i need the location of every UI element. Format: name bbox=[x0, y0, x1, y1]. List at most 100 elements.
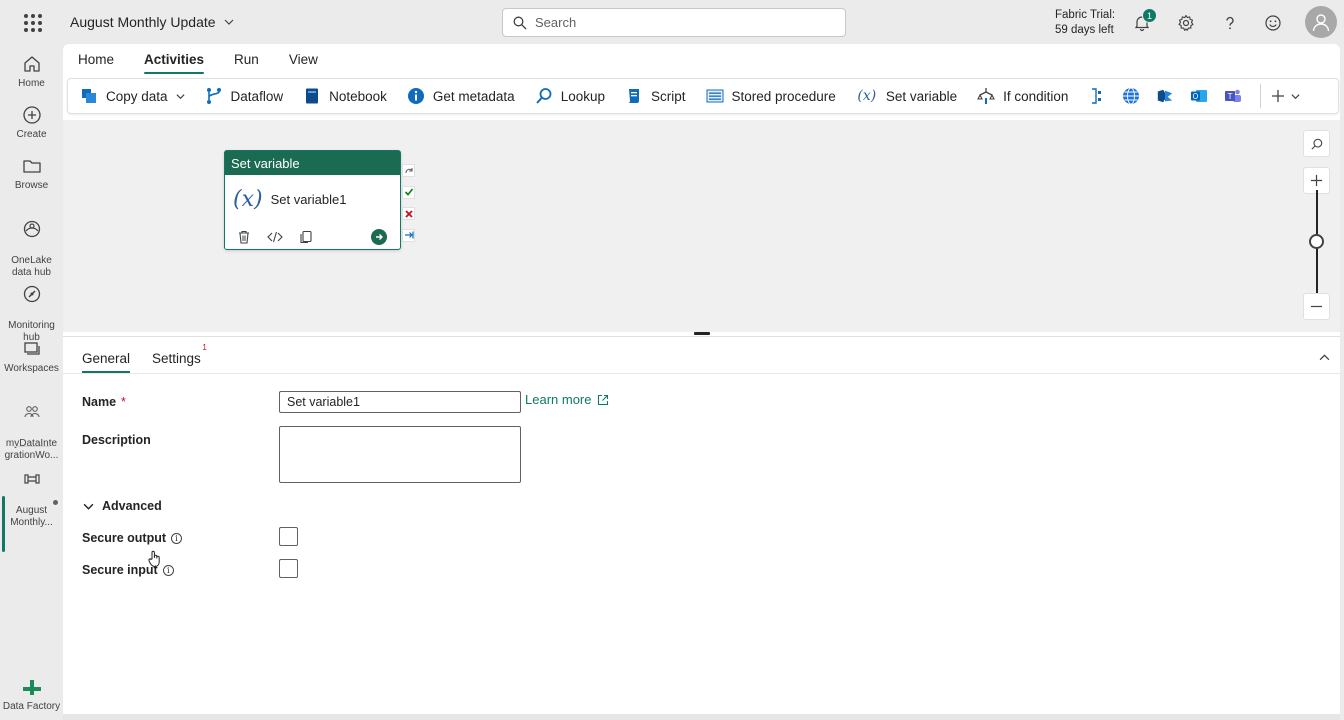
help-button[interactable] bbox=[1219, 12, 1241, 34]
app-launcher-icon[interactable] bbox=[22, 12, 42, 32]
activity-node-set-variable[interactable]: Set variable (x) Set variable1 bbox=[224, 150, 401, 250]
set-variable-button[interactable]: (x) Set variable bbox=[856, 87, 957, 105]
stored-procedure-button[interactable]: Stored procedure bbox=[706, 87, 836, 105]
search-placeholder: Search bbox=[535, 15, 577, 30]
code-icon[interactable] bbox=[267, 230, 283, 244]
script-button[interactable]: Script bbox=[625, 87, 686, 105]
activities-ribbon: Copy data Dataflow Notebook Get metadata… bbox=[67, 78, 1339, 114]
settings-button[interactable] bbox=[1175, 12, 1197, 34]
tab-view[interactable]: View bbox=[274, 44, 333, 74]
stored-procedure-icon bbox=[706, 89, 723, 103]
foreach-button[interactable] bbox=[1088, 87, 1106, 105]
zoom-out-button[interactable] bbox=[1303, 293, 1330, 320]
advanced-toggle[interactable]: Advanced bbox=[83, 499, 162, 513]
search-box[interactable]: Search bbox=[502, 8, 846, 37]
info-icon[interactable]: i bbox=[162, 564, 174, 576]
secure-input-checkbox[interactable] bbox=[279, 559, 298, 578]
lookup-label: Lookup bbox=[560, 88, 605, 104]
tab-settings[interactable]: Settings 1 bbox=[152, 337, 207, 373]
copy-data-button[interactable]: Copy data bbox=[80, 87, 185, 105]
rail-item-home[interactable]: Home bbox=[0, 54, 63, 90]
node-name: Set variable1 bbox=[270, 191, 347, 207]
dataflow-label: Dataflow bbox=[230, 88, 284, 104]
teams-icon: T bbox=[1225, 89, 1242, 102]
if-condition-button[interactable]: If condition bbox=[977, 87, 1068, 105]
chevron-down-icon bbox=[83, 503, 94, 510]
trash-icon[interactable] bbox=[237, 230, 251, 244]
smiley-icon bbox=[1265, 15, 1281, 31]
tab-general[interactable]: General bbox=[82, 337, 131, 373]
rail-separator bbox=[14, 446, 50, 447]
properties-tab-bar: General Settings 1 bbox=[82, 337, 207, 373]
tab-home[interactable]: Home bbox=[63, 44, 129, 74]
secure-output-label-row: Secure output i bbox=[82, 531, 183, 545]
workspaces-icon bbox=[23, 342, 40, 355]
panel-divider bbox=[63, 373, 1340, 374]
rail-item-workspaces[interactable]: Workspaces bbox=[0, 339, 63, 375]
dataflow-icon bbox=[206, 88, 221, 104]
left-navigation-rail: Home Create Browse OneLake data hub Moni… bbox=[0, 44, 63, 720]
collapse-panel-button[interactable] bbox=[1319, 351, 1330, 366]
azure-function-button[interactable] bbox=[1156, 87, 1174, 105]
workspace-title-dropdown[interactable]: August Monthly Update bbox=[70, 14, 234, 30]
description-input[interactable] bbox=[279, 426, 521, 483]
get-metadata-button[interactable]: Get metadata bbox=[407, 87, 515, 105]
person-icon bbox=[1312, 14, 1330, 32]
dataflow-button[interactable]: Dataflow bbox=[205, 87, 284, 105]
onelake-icon bbox=[23, 220, 40, 238]
skip-port-icon[interactable] bbox=[402, 164, 415, 177]
rail-label: Browse bbox=[14, 180, 49, 191]
copy-data-icon bbox=[82, 89, 96, 103]
tab-run[interactable]: Run bbox=[219, 44, 274, 74]
panel-resize-handle[interactable] bbox=[694, 332, 710, 335]
data-factory-icon bbox=[22, 680, 41, 695]
more-activities-button[interactable] bbox=[1271, 89, 1300, 103]
globe-icon bbox=[1123, 87, 1140, 105]
tab-label: Settings bbox=[152, 351, 201, 366]
rail-item-august-monthly[interactable]: August Monthly... bbox=[0, 457, 63, 541]
rail-item-data-factory[interactable]: Data Factory bbox=[0, 677, 63, 713]
zoom-slider-thumb[interactable] bbox=[1309, 234, 1324, 249]
pipeline-canvas[interactable]: Set variable (x) Set variable1 bbox=[63, 120, 1340, 332]
rail-item-create[interactable]: Create bbox=[0, 105, 63, 141]
arrow-right-circle-icon[interactable] bbox=[371, 229, 387, 245]
learn-more-link[interactable]: Learn more bbox=[525, 392, 609, 407]
web-activity-button[interactable] bbox=[1122, 87, 1140, 105]
secure-output-label: Secure output bbox=[82, 531, 167, 545]
fail-x-icon[interactable] bbox=[402, 207, 415, 220]
notebook-icon bbox=[306, 88, 319, 104]
teams-button[interactable]: T bbox=[1224, 87, 1242, 105]
zoom-search-button[interactable] bbox=[1303, 130, 1330, 157]
name-input[interactable] bbox=[279, 391, 521, 413]
trial-status[interactable]: Fabric Trial: 59 days left bbox=[1055, 8, 1115, 38]
folder-icon bbox=[22, 160, 41, 173]
top-bar: August Monthly Update Search Fabric Tria… bbox=[0, 0, 1344, 44]
info-icon[interactable]: i bbox=[171, 532, 183, 544]
rail-item-browse[interactable]: Browse bbox=[0, 156, 63, 192]
menu-tab-bar: Home Activities Run View bbox=[63, 44, 333, 74]
completion-arrow-icon[interactable] bbox=[402, 228, 415, 242]
node-output-ports bbox=[402, 164, 415, 250]
get-metadata-label: Get metadata bbox=[432, 88, 515, 104]
success-checkmark-icon[interactable] bbox=[402, 185, 415, 199]
rail-label: August Monthly... bbox=[10, 505, 53, 528]
chevron-up-icon bbox=[1319, 354, 1330, 361]
outlook-button[interactable]: O bbox=[1190, 87, 1208, 105]
copy-icon[interactable] bbox=[299, 230, 313, 244]
tab-label: General bbox=[82, 351, 131, 366]
lookup-button[interactable]: Lookup bbox=[535, 87, 605, 105]
notification-badge: 1 bbox=[1142, 8, 1157, 23]
secure-output-checkbox[interactable] bbox=[279, 527, 298, 546]
bottom-scrollbar[interactable] bbox=[63, 714, 1340, 720]
trial-line-1: Fabric Trial: bbox=[1055, 9, 1116, 21]
script-icon bbox=[627, 89, 639, 103]
pipeline-icon bbox=[23, 474, 40, 484]
user-avatar[interactable] bbox=[1305, 6, 1337, 38]
svg-text:T: T bbox=[1227, 92, 1233, 101]
home-icon bbox=[23, 56, 40, 72]
notebook-button[interactable]: Notebook bbox=[303, 87, 387, 105]
tab-activities[interactable]: Activities bbox=[129, 44, 219, 74]
svg-text:O: O bbox=[1193, 92, 1199, 101]
feedback-button[interactable] bbox=[1262, 12, 1284, 34]
secure-input-label: Secure input bbox=[82, 563, 158, 577]
